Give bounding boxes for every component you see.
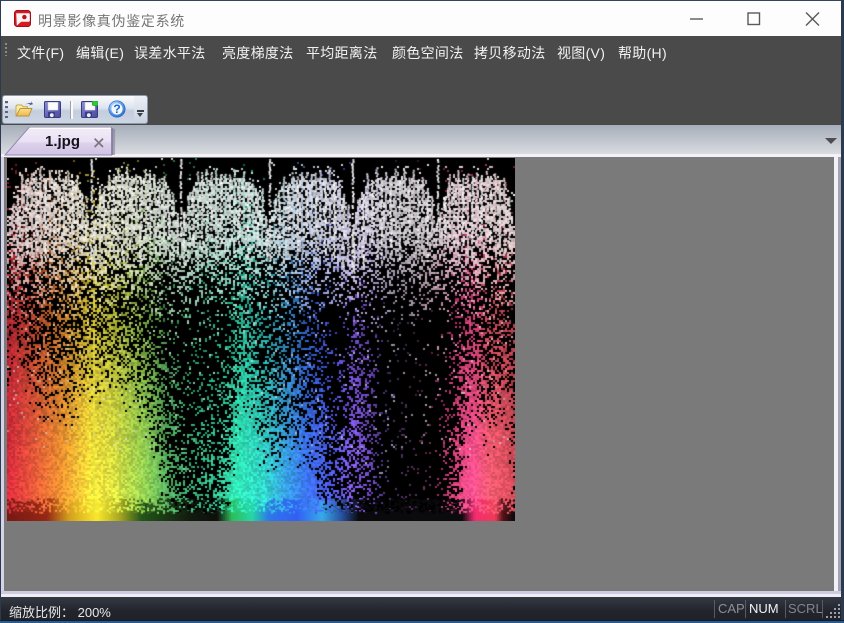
svg-text:?: ? bbox=[113, 102, 120, 116]
